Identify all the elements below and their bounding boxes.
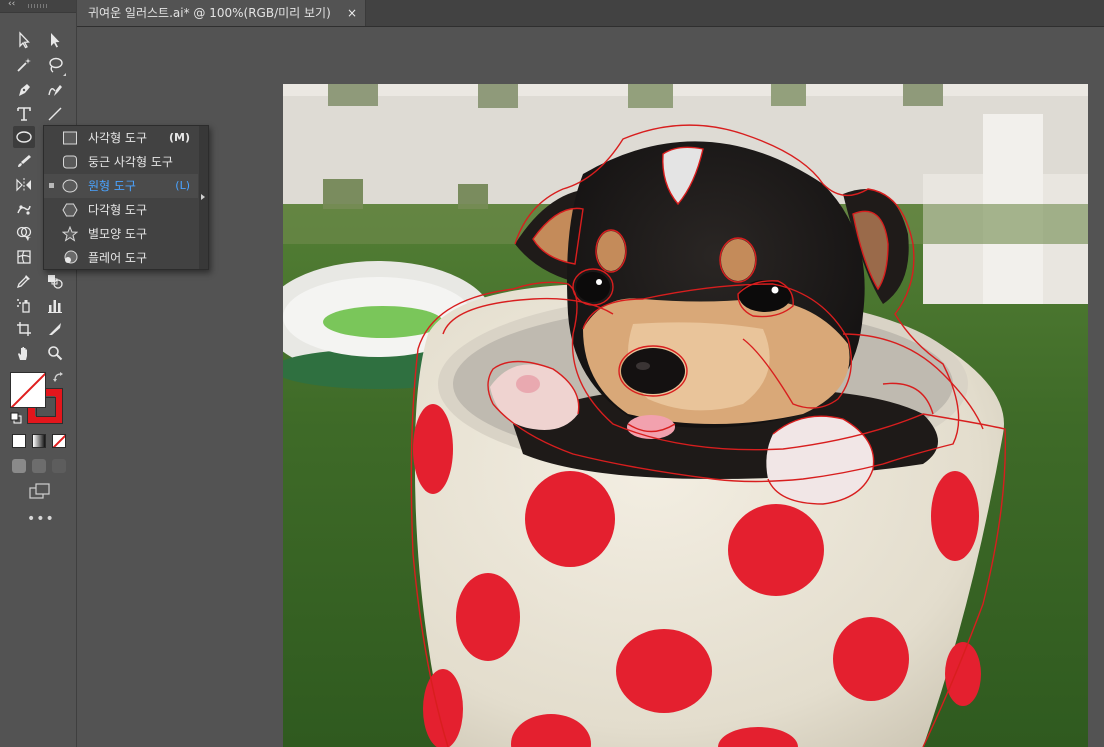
symbol-sprayer-tool[interactable] [13,294,35,316]
line-segment-tool[interactable] [44,103,66,125]
arrow-filled-icon [51,33,60,48]
knife-icon [49,323,61,335]
magic-wand-icon [17,58,31,72]
flyout-item-label: 원형 도구 [88,179,136,193]
line-icon [48,107,62,121]
flyout-item-label: 둥근 사각형 도구 [88,155,173,169]
color-mode-icon[interactable] [12,434,26,448]
artboard[interactable] [283,84,1088,747]
hand-tool[interactable] [13,342,35,364]
ellipse-tool[interactable] [13,126,35,148]
zoom-tool[interactable] [44,342,66,364]
document-tab[interactable]: 귀여운 일러스트.ai* @ 100%(RGB/미리 보기) × [77,0,366,26]
flyout-item-rectangle[interactable]: 사각형 도구 (M) [44,126,198,150]
artboard-icon [17,322,31,336]
arrow-outline-icon [19,31,30,49]
mesh-icon [17,250,31,264]
canvas-area[interactable] [77,27,1104,747]
polygon-icon [62,203,78,217]
flyout-item-flare[interactable]: 플레어 도구 [44,246,198,270]
lasso-icon [49,57,63,73]
flyout-item-label: 플레어 도구 [88,251,148,265]
puppet-warp-tool[interactable] [13,198,35,220]
flyout-tearoff-bar[interactable] [199,126,208,269]
tearoff-arrow-icon [201,194,205,200]
type-tool[interactable] [13,103,35,125]
eyedropper-icon [16,275,30,289]
curvature-tool[interactable] [44,79,66,101]
document-tab-bar: 귀여운 일러스트.ai* @ 100%(RGB/미리 보기) × [77,0,1104,27]
zoom-icon [48,346,63,361]
star-icon [62,226,78,242]
mesh-tool[interactable] [13,246,35,268]
none-mode-icon[interactable] [52,434,66,448]
reflect-icon [16,178,31,192]
draw-behind-icon[interactable] [32,459,46,473]
grip-icon[interactable] [28,4,48,8]
edit-toolbar-icon[interactable]: ••• [27,512,54,526]
rectangle-icon [63,131,77,145]
artboard-tool[interactable] [13,318,35,340]
tools-panel-header[interactable]: ‹‹ [0,0,76,13]
screen-mode-icon[interactable] [28,482,52,500]
close-icon[interactable]: × [347,5,357,21]
ellipse-icon [62,179,78,193]
paintbrush-tool[interactable] [13,150,35,172]
fill-color-swatch[interactable] [10,372,46,408]
default-fill-stroke-icon[interactable] [10,412,22,424]
pen-tool[interactable] [13,79,35,101]
flyout-item-rounded-rectangle[interactable]: 둥근 사각형 도구 [44,150,198,174]
slice-tool[interactable] [44,318,66,340]
symbol-sprayer-icon [17,299,30,313]
flyout-item-ellipse[interactable]: 원형 도구 (L) [44,174,198,198]
flyout-item-label: 별모양 도구 [88,227,148,241]
shape-builder-tool[interactable] [13,222,35,244]
lasso-tool[interactable] [44,54,66,76]
shape-builder-icon [16,226,32,241]
flyout-item-shortcut: (M) [168,131,190,144]
flare-icon [64,250,78,264]
pen-icon [19,84,30,96]
bar-graph-icon [48,300,62,313]
selection-tool[interactable] [13,29,35,51]
flyout-item-polygon[interactable]: 다각형 도구 [44,198,198,222]
flyout-item-star[interactable]: 별모양 도구 [44,222,198,246]
direct-selection-tool[interactable] [44,29,66,51]
gradient-mode-icon[interactable] [32,434,46,448]
brush-icon [18,155,31,167]
flyout-item-label: 사각형 도구 [88,131,148,145]
blend-tool[interactable] [44,270,66,292]
draw-inside-icon[interactable] [52,459,66,473]
reflect-tool[interactable] [13,174,35,196]
illustrator-window: ‹‹ ••• 사각형 도구 (M) 둥근 사각형 도구 원형 도구 (L) 다각… [0,0,1104,747]
placed-photo[interactable] [283,84,1088,747]
document-tab-title: 귀여운 일러스트.ai* @ 100%(RGB/미리 보기) [88,6,331,20]
hand-icon [18,347,27,360]
shape-tools-flyout: 사각형 도구 (M) 둥근 사각형 도구 원형 도구 (L) 다각형 도구 별모… [43,125,209,270]
more-tools-indicator [63,73,66,76]
collapse-icon[interactable]: ‹‹ [8,0,15,9]
flyout-item-label: 다각형 도구 [88,203,148,217]
puppet-warp-icon [17,205,31,215]
eyedropper-tool[interactable] [13,270,35,292]
rounded-rectangle-icon [63,155,77,169]
magic-wand-tool[interactable] [13,54,35,76]
swap-fill-stroke-icon[interactable] [52,371,66,385]
draw-normal-icon[interactable] [12,459,26,473]
blend-icon [48,275,63,289]
selected-indicator-icon [49,183,54,188]
curvature-pen-icon [48,85,62,96]
column-graph-tool[interactable] [44,294,66,316]
ellipse-icon [16,131,32,143]
type-icon [17,107,31,121]
tools-panel: ‹‹ ••• [0,0,77,747]
flyout-item-shortcut: (L) [175,179,190,192]
